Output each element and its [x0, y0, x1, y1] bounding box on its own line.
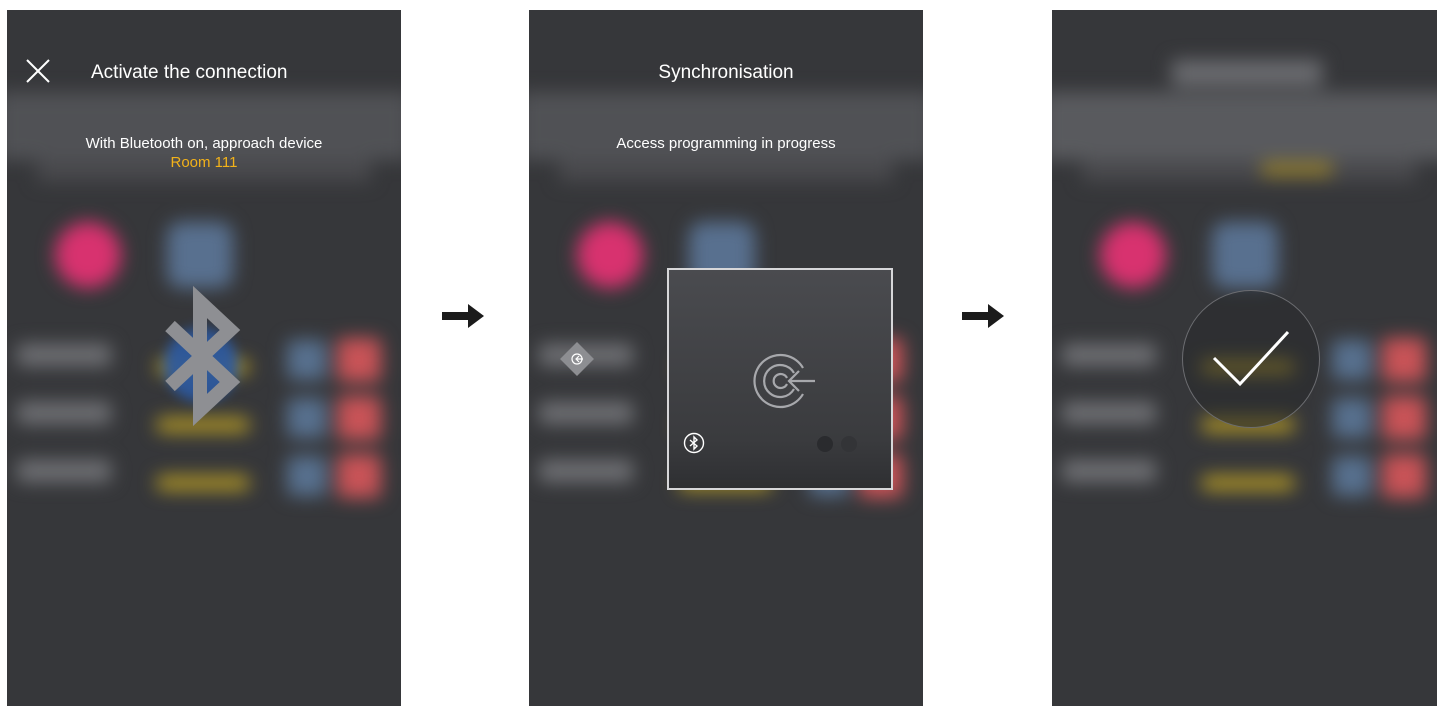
sync-device-panel	[667, 268, 893, 490]
status-message: Access programming in progress	[616, 135, 836, 152]
screen-success	[1052, 10, 1437, 706]
sync-small-icon	[571, 353, 583, 365]
instruction-message: With Bluetooth on, approach device	[85, 135, 323, 152]
bluetooth-icon	[165, 286, 241, 426]
device-name: Room 111	[170, 154, 238, 171]
status-led	[841, 436, 857, 452]
status-led	[817, 436, 833, 452]
checkmark-icon	[1212, 330, 1290, 387]
arrow-right-icon	[962, 304, 1004, 328]
screen-activate-connection: Activate the connection With Bluetooth o…	[7, 10, 401, 706]
bluetooth-icon	[683, 432, 705, 454]
arrow-right-icon	[442, 304, 484, 328]
close-icon[interactable]	[25, 58, 51, 84]
page-title: Synchronisation	[658, 62, 794, 83]
instruction-text: With Bluetooth on, approach device Room …	[7, 134, 401, 172]
sync-target-icon	[753, 353, 815, 409]
page-title: Activate the connection	[91, 62, 288, 83]
screen-synchronisation: Synchronisation Access programming in pr…	[529, 10, 923, 706]
